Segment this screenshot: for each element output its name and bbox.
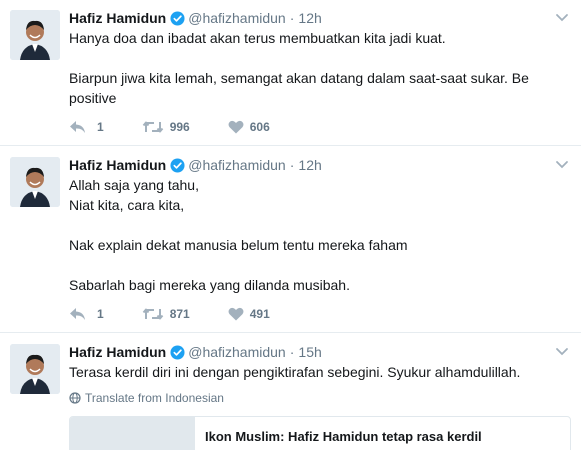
retweet-button[interactable]: 996 — [142, 120, 190, 134]
display-name[interactable]: Hafiz Hamidun — [69, 10, 166, 26]
verified-badge-icon — [170, 157, 185, 173]
globe-icon — [69, 392, 81, 404]
reply-button[interactable]: 1 — [69, 120, 104, 134]
retweet-count: 871 — [169, 307, 190, 321]
verified-badge-icon — [170, 10, 185, 26]
tweet-text: Allah saja yang tahu, Niat kita, cara ki… — [69, 175, 559, 295]
separator-dot: · — [289, 344, 295, 360]
timestamp[interactable]: 15h — [298, 344, 321, 360]
link-card[interactable]: Ikon Muslim: Hafiz Hamidun tetap rasa ke… — [69, 416, 571, 450]
like-count: 491 — [249, 307, 270, 321]
card-thumbnail — [70, 417, 195, 450]
tweet-paragraph: Niat kita, cara kita, — [69, 197, 185, 213]
retweet-icon — [142, 121, 163, 133]
tweet-text: Terasa kerdil diri ini dengan pengiktira… — [69, 362, 559, 382]
tweet[interactable]: Hafiz Hamidun @hafizhamidun · 12h Hanya … — [0, 0, 581, 146]
display-name[interactable]: Hafiz Hamidun — [69, 344, 166, 360]
heart-icon — [228, 120, 244, 134]
avatar[interactable] — [10, 157, 60, 207]
chevron-down-icon[interactable] — [555, 347, 569, 357]
reply-count: 1 — [97, 307, 104, 321]
tweet-actions: 1 871 491 — [69, 305, 308, 323]
retweet-button[interactable]: 871 — [142, 307, 190, 321]
tweet-paragraph: Nak explain dekat manusia belum tentu me… — [69, 237, 408, 253]
reply-count: 1 — [97, 120, 104, 134]
tweet-header: Hafiz Hamidun @hafizhamidun · 12h — [69, 8, 322, 28]
like-button[interactable]: 606 — [228, 120, 270, 134]
retweet-icon — [142, 308, 163, 320]
chevron-down-icon[interactable] — [555, 160, 569, 170]
tweet-paragraph: Allah saja yang tahu, — [69, 177, 199, 193]
tweet-header: Hafiz Hamidun @hafizhamidun · 15h — [69, 342, 322, 362]
user-handle[interactable]: @hafizhamidun — [188, 10, 286, 26]
timestamp[interactable]: 12h — [298, 157, 321, 173]
card-title: Ikon Muslim: Hafiz Hamidun tetap rasa ke… — [205, 429, 482, 444]
separator-dot: · — [289, 157, 295, 173]
tweet-paragraph: Hanya doa dan ibadat akan terus membuatk… — [69, 30, 446, 46]
translate-label: Translate from Indonesian — [85, 391, 224, 405]
user-handle[interactable]: @hafizhamidun — [188, 344, 286, 360]
translate-link[interactable]: Translate from Indonesian — [69, 391, 224, 405]
timestamp[interactable]: 12h — [298, 10, 321, 26]
user-handle[interactable]: @hafizhamidun — [188, 157, 286, 173]
reply-icon — [70, 121, 85, 133]
verified-badge-icon — [170, 344, 185, 360]
avatar[interactable] — [10, 10, 60, 60]
tweet-paragraph: Sabarlah bagi mereka yang dilanda musiba… — [69, 277, 350, 293]
tweet-paragraph: Biarpun jiwa kita lemah, semangat akan d… — [69, 70, 529, 106]
reply-icon — [70, 308, 85, 320]
like-count: 606 — [249, 120, 270, 134]
chevron-down-icon[interactable] — [555, 13, 569, 23]
reply-button[interactable]: 1 — [69, 307, 104, 321]
tweet[interactable]: Hafiz Hamidun @hafizhamidun · 12h Allah … — [0, 147, 581, 333]
separator-dot: · — [289, 10, 295, 26]
like-button[interactable]: 491 — [228, 307, 270, 321]
tweet-text: Hanya doa dan ibadat akan terus membuatk… — [69, 28, 559, 108]
retweet-count: 996 — [169, 120, 190, 134]
tweet-actions: 1 996 606 — [69, 118, 308, 136]
avatar[interactable] — [10, 344, 60, 394]
display-name[interactable]: Hafiz Hamidun — [69, 157, 166, 173]
tweet-paragraph: Terasa kerdil diri ini dengan pengiktira… — [69, 364, 521, 380]
heart-icon — [228, 307, 244, 321]
tweet-header: Hafiz Hamidun @hafizhamidun · 12h — [69, 155, 322, 175]
